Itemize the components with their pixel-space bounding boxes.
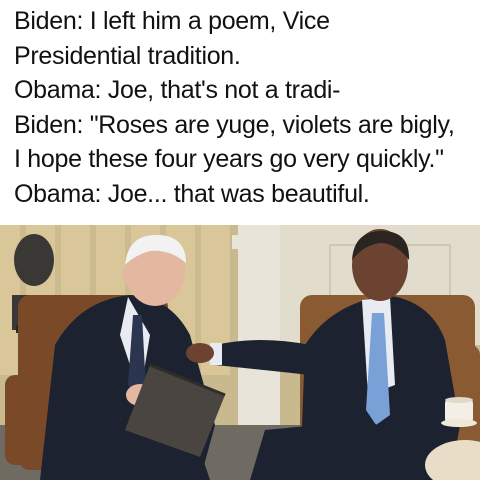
caption-line: Biden: "Roses are yuge, violets are bigl…	[14, 110, 455, 139]
caption-line: Obama: Joe... that was beautiful.	[14, 179, 370, 208]
caption-line: Obama: Joe, that's not a tradi-	[14, 76, 341, 104]
oval-office-photo	[0, 225, 480, 480]
caption-line: Biden: I left him a poem, Vice	[14, 7, 330, 35]
coffee-cup	[441, 397, 477, 427]
caption-line: I hope these four years go very quickly.…	[14, 145, 444, 173]
caption-text: Biden: I left him a poem, Vice President…	[14, 4, 474, 211]
caption-line: Presidential tradition.	[14, 41, 241, 70]
photo-illustration	[0, 225, 480, 480]
column	[238, 225, 280, 425]
meme-image: Biden: I left him a poem, Vice President…	[0, 0, 480, 480]
